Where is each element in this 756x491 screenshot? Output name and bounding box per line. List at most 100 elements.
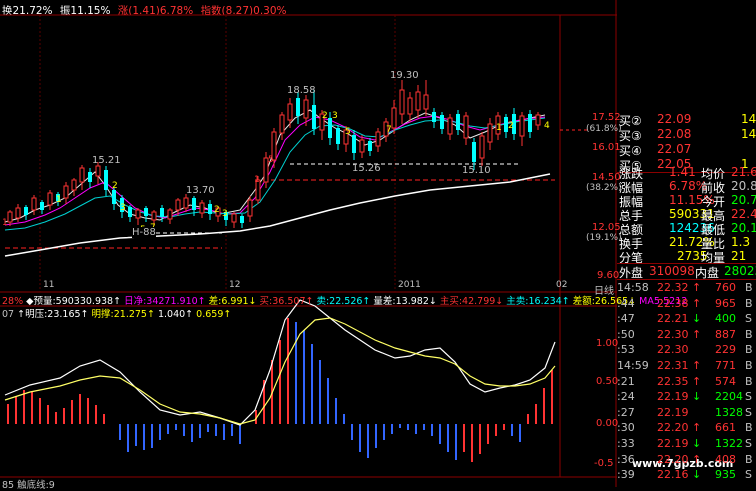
ind2-val2: 0.659↑ <box>196 309 232 320</box>
trade-side: B <box>745 359 753 372</box>
trade-time: :27 <box>617 405 635 419</box>
trade-volume: 2204 <box>715 390 743 404</box>
indicator-bars <box>7 318 553 462</box>
trade-volume: 771 <box>715 359 736 372</box>
trade-side: B <box>745 343 753 357</box>
trade-arrow: ↓ <box>692 468 702 482</box>
stat-row-6: 换手 21.72% 量比 1.3 <box>617 235 756 251</box>
stat-value: 1.3 <box>731 235 751 249</box>
stat-row-7: 分笔 2735 均量 21 <box>617 249 756 265</box>
outer-label: 外盘 <box>619 266 644 280</box>
trade-price: 22.19 <box>657 390 689 404</box>
inner-value: 28023 <box>724 264 756 278</box>
trade-row: :33 22.19 ↓ 1322 S <box>617 437 756 452</box>
trade-time: :21 <box>617 374 635 388</box>
trough-label-2: 15.10 <box>462 165 491 176</box>
svg-text:2: 2 <box>508 121 514 131</box>
trade-price: 22.31 <box>657 359 689 372</box>
trough-label-3: H-88 <box>132 227 156 238</box>
bid-price: 22.09 <box>657 112 692 126</box>
y-tick-9-60: 9.60 <box>597 270 620 281</box>
trade-arrow: ↑ <box>692 327 702 341</box>
ind2-resistance: ↑明压:23.165↑ <box>17 309 89 320</box>
kline-chart[interactable]: 1 1 2 3 5 7 2 3 1 5 2 3 5 7 1 2 4 <box>0 0 617 487</box>
trade-price: 22.20 <box>657 452 689 466</box>
ind-axis-0: 0.00 <box>596 418 619 429</box>
bid-row-4: 买④ 22.07 <box>617 142 756 158</box>
trade-row: :53 22.30 229 B <box>617 343 756 358</box>
peak-label-3: 18.58 <box>287 85 316 96</box>
trade-time: :47 <box>617 312 635 326</box>
bid-row-2: 买② 22.09 14 <box>617 112 756 128</box>
ind-buy: 买:36.507↑ <box>259 296 314 307</box>
quote-panel: 买② 22.09 14 买③ 22.08 14 买④ 22.07 买⑤ 22.0… <box>617 112 756 487</box>
ind-axis-neg05: -0.5 <box>594 458 614 469</box>
svg-text:2: 2 <box>214 205 220 215</box>
trade-arrow: ↑ <box>692 296 702 310</box>
trade-price: 22.35 <box>657 374 689 388</box>
trade-volume: 229 <box>715 343 736 357</box>
stat-row-4: 总手 590331 最高 22.4 <box>617 207 756 223</box>
trade-volume: 887 <box>715 327 736 341</box>
trade-side: S <box>745 390 752 404</box>
trade-volume: 400 <box>715 312 736 326</box>
trade-price: 22.20 <box>657 421 689 435</box>
stat-value: 20.1 <box>731 221 756 235</box>
trade-price: 22.32 <box>657 281 689 294</box>
svg-text:3: 3 <box>120 203 126 213</box>
trade-time: :39 <box>617 468 635 482</box>
trade-side: B <box>745 327 753 341</box>
inner-label: 内盘 <box>695 266 720 280</box>
bottom-label: 85 触底线:9 <box>2 480 55 491</box>
svg-text:7: 7 <box>386 125 392 135</box>
svg-text:2: 2 <box>112 181 118 191</box>
trade-row: 14:59 22.31 ↑ 771 B <box>617 359 756 374</box>
trade-side: B <box>745 296 753 310</box>
stat-value: 21.6 <box>731 165 756 179</box>
trade-side: S <box>745 437 752 450</box>
trade-price: 22.30 <box>657 327 689 341</box>
svg-text:1: 1 <box>56 195 62 205</box>
trade-time: :36 <box>617 452 635 466</box>
ind2-prefix: 07 <box>2 309 15 320</box>
peak-label-2: 13.70 <box>186 185 215 196</box>
trade-volume: 965 <box>715 296 736 310</box>
trade-row: :27 22.19 1328 S <box>617 406 756 421</box>
trade-price: 22.30 <box>657 343 689 357</box>
ind2-support: 明撑:21.275↑ <box>91 309 155 320</box>
stat-value: 1.41 <box>669 165 696 179</box>
trade-side: B <box>745 281 753 294</box>
svg-text:3: 3 <box>222 209 228 219</box>
ind-sell: 卖:22.526↑ <box>316 296 371 307</box>
trade-arrow: ↑ <box>692 452 702 466</box>
peak-label-1: 15.21 <box>92 155 121 166</box>
trade-price: 22.19 <box>657 437 689 450</box>
svg-text:1: 1 <box>496 123 502 133</box>
trade-side: S <box>745 405 752 419</box>
trade-row: :47 22.21 ↓ 400 S <box>617 312 756 327</box>
trade-time: :44 <box>617 296 635 310</box>
ind-vol-diff: 量差:13.982↓ <box>373 296 437 307</box>
trade-arrow: ↑ <box>692 359 702 372</box>
x-tick-2011: 2011 <box>398 280 421 290</box>
stat-value: 20.7 <box>731 193 756 207</box>
svg-text:1: 1 <box>2 218 8 228</box>
trade-arrow: ↑ <box>692 374 702 388</box>
stat-row-3: 振幅 11.15% 今开 20.7 <box>617 193 756 209</box>
trade-volume: 661 <box>715 421 736 435</box>
indicator-header: 28% ◆预量:590330.938↑ 日净:34271.910↑ 差:6.99… <box>2 293 687 307</box>
trade-row: :44 22.38 ↑ 965 B <box>617 297 756 312</box>
trade-volume: 1328 <box>715 405 743 419</box>
svg-text:4: 4 <box>544 121 550 131</box>
indicator2-header: 07 ↑明压:23.165↑ 明撑:21.275↑ 1.040↑ 0.659↑ <box>2 306 231 320</box>
trade-row: :50 22.30 ↑ 887 B <box>617 328 756 343</box>
trade-time: :24 <box>617 390 635 404</box>
trade-volume: 1322 <box>715 437 743 450</box>
x-tick-12: 12 <box>229 280 241 290</box>
trade-side: S <box>745 312 752 326</box>
trade-row: :24 22.19 ↓ 2204 S <box>617 390 756 405</box>
bid-row-3: 买③ 22.08 14 <box>617 127 756 143</box>
trade-volume: 760 <box>715 281 736 294</box>
trade-price: 22.16 <box>657 468 689 482</box>
trade-time: 14:59 <box>617 359 649 372</box>
